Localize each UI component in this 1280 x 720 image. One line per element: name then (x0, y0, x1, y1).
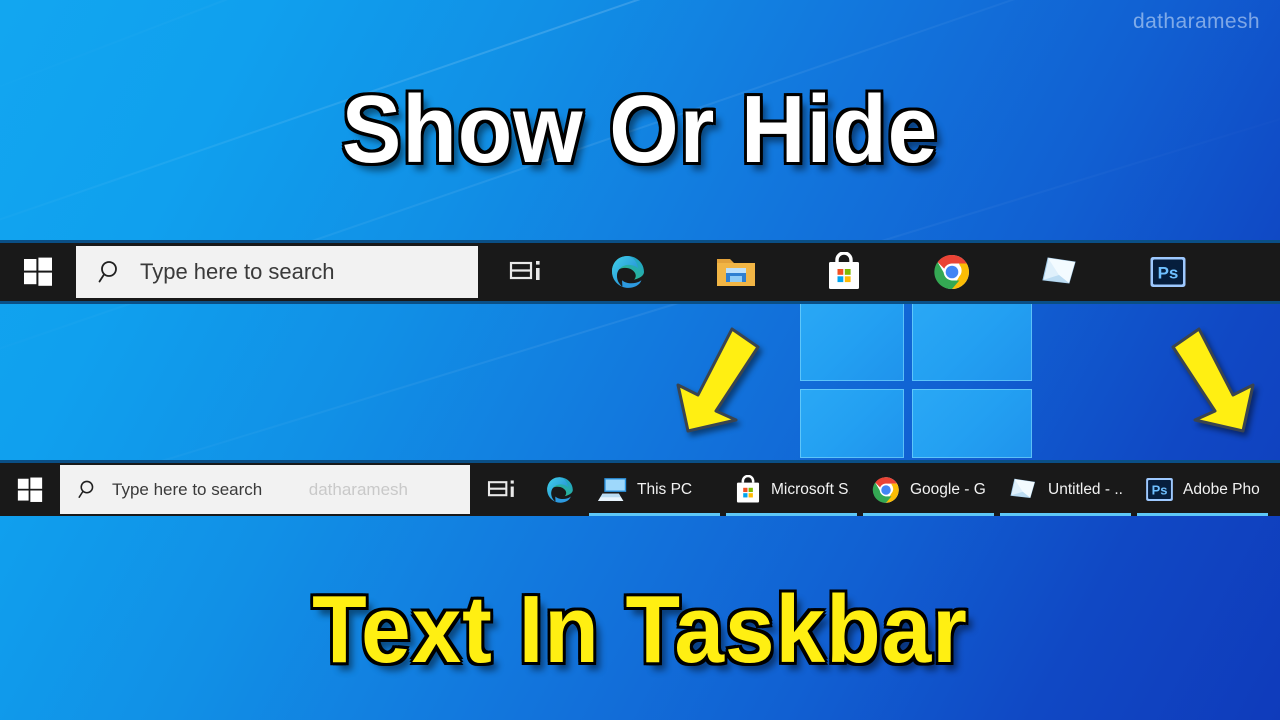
search-icon (78, 480, 94, 498)
start-button[interactable] (0, 243, 76, 301)
taskbar-app-sticky-notes[interactable] (1006, 243, 1114, 301)
search-box[interactable]: Type here to search (76, 246, 478, 298)
task-view-button-labeled-bar[interactable] (470, 463, 534, 516)
taskbar-labels-shown: Type here to search datharamesh This PC … (0, 460, 1280, 516)
task-view-button[interactable] (478, 243, 574, 301)
taskbar-app-label: Microsoft S... (771, 480, 850, 498)
this-pc-icon (597, 477, 627, 501)
adobe-photoshop-icon: Ps (1146, 478, 1173, 501)
sticky-notes-icon (1010, 478, 1036, 499)
headline-top: Show Or Hide (341, 76, 939, 183)
taskbar-app-adobe-photoshop[interactable]: Ps Adobe Pho... (1134, 463, 1271, 516)
taskbar-app-google-chrome[interactable] (898, 243, 1006, 301)
taskbar-app-microsoft-store[interactable] (790, 243, 898, 301)
taskbar-labels-hidden: Type here to search Ps (0, 240, 1280, 304)
search-input-placeholder: Type here to search (112, 479, 263, 499)
pinned-apps-icons-only: Ps (574, 243, 1280, 301)
google-chrome-icon (872, 476, 899, 503)
headline-bottom: Text In Taskbar (312, 576, 968, 683)
microsoft-edge-icon (612, 256, 644, 288)
adobe-photoshop-icon: Ps (1150, 257, 1186, 287)
taskbar-app-this-pc[interactable]: This PC (586, 463, 723, 516)
windows-wallpaper-logo (800, 303, 1032, 458)
file-explorer-icon (717, 259, 755, 286)
microsoft-store-icon (736, 474, 760, 503)
taskbar-app-google-chrome[interactable]: Google - G... (860, 463, 997, 516)
svg-text:Ps: Ps (1152, 482, 1168, 497)
microsoft-edge-icon (547, 476, 573, 503)
taskbar-app-label: Untitled - ... (1048, 480, 1124, 498)
task-view-icon (509, 261, 540, 280)
search-box-watermark: datharamesh (308, 479, 408, 499)
taskbar-app-sticky-notes[interactable]: Untitled - ... (997, 463, 1134, 516)
arrow-right-pointer (1171, 327, 1255, 433)
arrow-left-pointer (676, 327, 760, 433)
taskbar-apps-with-labels: This PC Microsoft S... Google (534, 463, 1280, 516)
taskbar-app-microsoft-edge[interactable] (534, 463, 586, 516)
windows-logo-icon (24, 257, 52, 286)
taskbar-app-label: Google - G... (910, 480, 987, 498)
task-view-icon (487, 479, 514, 497)
start-button-labeled-bar[interactable] (0, 463, 60, 516)
channel-watermark: datharamesh (1133, 10, 1260, 33)
taskbar-app-label: Adobe Pho... (1183, 480, 1261, 498)
taskbar-app-microsoft-store[interactable]: Microsoft S... (723, 463, 860, 516)
search-icon (98, 261, 117, 283)
taskbar-app-label: This PC (637, 480, 693, 498)
sticky-notes-icon (1042, 257, 1076, 284)
taskbar-app-adobe-photoshop[interactable]: Ps (1114, 243, 1222, 301)
microsoft-store-icon (829, 252, 859, 289)
svg-text:Ps: Ps (1158, 264, 1179, 283)
windows-logo-icon (17, 477, 43, 502)
search-box-labeled-bar[interactable]: Type here to search datharamesh (60, 465, 470, 514)
search-input-placeholder: Type here to search (140, 259, 335, 284)
taskbar-app-microsoft-edge[interactable] (574, 243, 682, 301)
taskbar-app-file-explorer[interactable] (682, 243, 790, 301)
google-chrome-icon (934, 254, 969, 290)
